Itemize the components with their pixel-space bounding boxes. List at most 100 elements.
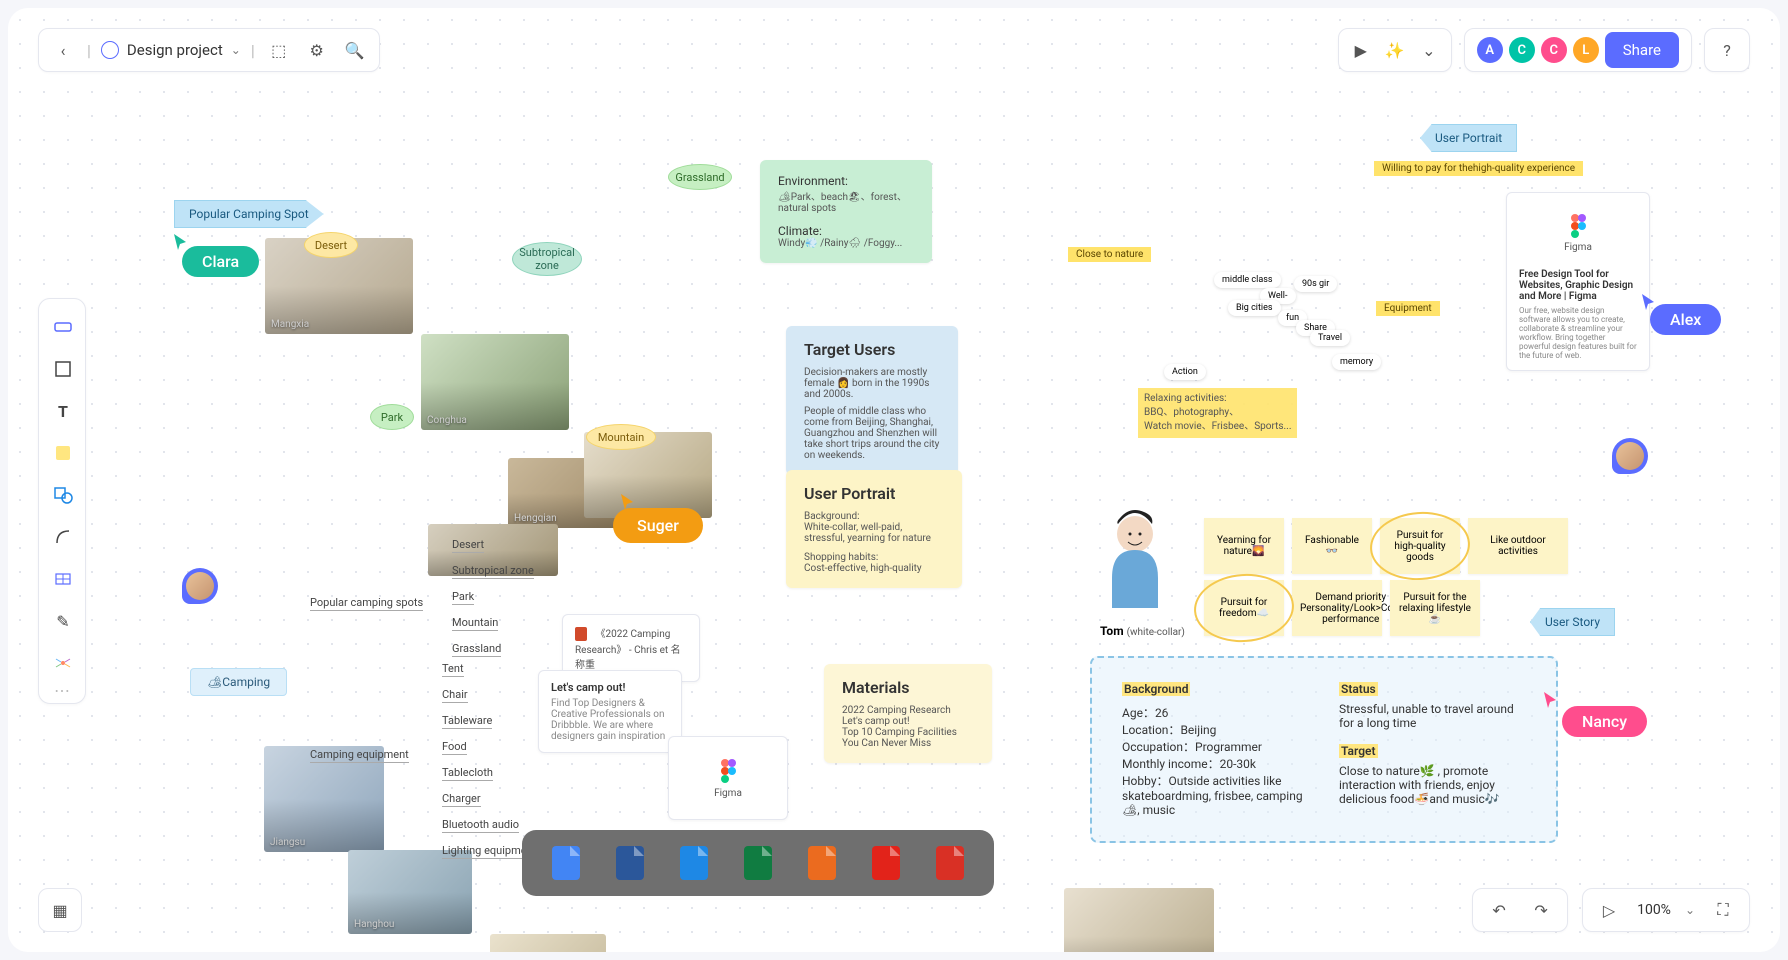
redo-button[interactable]: ↷ — [1527, 896, 1555, 924]
link-card-figma-site[interactable]: Figma Free Design Tool for Websites, Gra… — [1506, 192, 1650, 371]
chevron-down-icon: ⌄ — [1685, 903, 1695, 917]
cursor-nancy: Nancy — [1562, 706, 1647, 737]
trait[interactable]: Yearning for nature🌄 — [1204, 518, 1284, 574]
mindmap-node[interactable]: Popular camping spots — [310, 596, 423, 611]
mindmap-leaf[interactable]: Park — [452, 590, 474, 605]
label-close-nature: Close to nature — [1068, 242, 1151, 262]
user-presence-1[interactable] — [182, 568, 218, 604]
mindmap-leaf[interactable]: Subtropical zone — [452, 564, 534, 579]
pill[interactable]: Action — [1164, 364, 1206, 380]
search-icon[interactable]: 🔍 — [341, 36, 369, 64]
tool-table[interactable] — [39, 559, 87, 599]
minimap-button[interactable]: ▦ — [38, 888, 82, 932]
file-icon-doc[interactable] — [552, 846, 580, 880]
cursor-suger: Suger — [613, 508, 703, 543]
oval-grassland[interactable]: Grassland — [668, 164, 732, 190]
link-card-figma[interactable]: Figma — [668, 736, 788, 820]
avatar[interactable]: C — [1509, 37, 1535, 63]
oval-desert[interactable]: Desert — [304, 232, 358, 258]
trait[interactable]: Like outdoor activities — [1468, 518, 1568, 574]
cursor-alex: Alex — [1650, 304, 1721, 335]
avatar[interactable]: L — [1573, 37, 1599, 63]
user-presence-2[interactable] — [1612, 438, 1648, 474]
mindmap-leaf[interactable]: Desert — [452, 538, 484, 553]
user-story-box[interactable]: Background Age：26 Location：Beijing Occup… — [1090, 656, 1558, 843]
note-user-portrait[interactable]: User Portrait Background: White-collar, … — [786, 470, 962, 588]
tool-mindmap[interactable] — [39, 643, 87, 683]
oval-mountain[interactable]: Mountain — [586, 424, 656, 450]
pill[interactable]: Big cities — [1228, 300, 1281, 316]
relaxing-block: Relaxing activities: BBQ、photography、 Wa… — [1138, 388, 1297, 438]
note-target-users[interactable]: Target Users Decision-makers are mostly … — [786, 326, 958, 475]
trait[interactable]: Demand priority Personality/Look>Cost pe… — [1292, 580, 1382, 636]
mindmap-leaf[interactable]: Tablecloth — [442, 766, 493, 781]
file-icon-slides[interactable] — [680, 846, 708, 880]
trait[interactable]: Pursuit for freedom☁️ — [1204, 580, 1284, 636]
image-node[interactable]: Anji — [490, 934, 606, 952]
oval-park[interactable]: Park — [370, 404, 414, 430]
mindmap-leaf[interactable]: Food — [442, 740, 467, 755]
settings-icon[interactable]: ⚙ — [303, 36, 331, 64]
file-icon-ppt[interactable] — [808, 846, 836, 880]
avatar[interactable]: C — [1541, 37, 1567, 63]
tool-pen[interactable]: ✎ — [39, 601, 87, 641]
mindmap-leaf[interactable]: Chair — [442, 688, 468, 703]
mindmap-leaf[interactable]: Tableware — [442, 714, 492, 729]
fit-icon[interactable]: ⛶ — [1709, 896, 1737, 924]
tool-frame[interactable] — [39, 349, 87, 389]
persona-traits-row1: Yearning for nature🌄 Fashionable 👓 Pursu… — [1204, 518, 1568, 574]
pill[interactable]: memory — [1332, 354, 1381, 370]
image-node[interactable] — [1064, 888, 1214, 952]
tool-text[interactable]: T — [39, 391, 87, 431]
help-icon[interactable]: ? — [1713, 36, 1741, 64]
project-title[interactable]: Design project ⌄ — [101, 41, 241, 59]
mindmap-leaf[interactable]: Mountain — [452, 616, 498, 631]
tool-sticky[interactable] — [39, 433, 87, 473]
image-node[interactable]: Conghua — [421, 334, 569, 430]
tag-user-portrait[interactable]: User Portrait — [1420, 124, 1517, 152]
file-icon-excel[interactable] — [744, 846, 772, 880]
note-env[interactable]: Environment: 🏕Park、beach🏖、forest、natural… — [760, 160, 932, 263]
tool-connector[interactable] — [39, 517, 87, 557]
image-node[interactable]: Hanghou — [348, 850, 472, 934]
undo-button[interactable]: ↶ — [1485, 896, 1513, 924]
mindmap-leaf[interactable]: Grassland — [452, 642, 501, 657]
cursor-clara: Clara — [182, 246, 259, 277]
tag-user-story[interactable]: User Story — [1530, 608, 1615, 636]
play-icon[interactable]: ▶ — [1347, 36, 1375, 64]
persona: Tom (white-collar) — [1100, 508, 1185, 638]
file-icon-xmind[interactable] — [936, 846, 964, 880]
trait[interactable]: Pursuit for high-quality goods — [1380, 518, 1460, 574]
label-equipment: Equipment — [1376, 296, 1440, 316]
tag-icon[interactable]: ⬚ — [265, 36, 293, 64]
pill[interactable]: Travel — [1310, 330, 1350, 346]
share-button[interactable]: Share — [1605, 32, 1679, 68]
trait[interactable]: Fashionable 👓 — [1292, 518, 1372, 574]
mindmap-node[interactable]: Camping equipment — [310, 748, 409, 763]
pill[interactable]: middle class — [1214, 272, 1281, 288]
link-card-camp[interactable]: Let's camp out! Find Top Designers & Cre… — [538, 670, 682, 753]
file-dock[interactable] — [522, 830, 994, 896]
mindmap-leaf[interactable]: Tent — [442, 662, 464, 677]
zoom-level[interactable]: 100% — [1637, 902, 1671, 918]
oval-subtropical[interactable]: Subtropical zone — [512, 242, 582, 276]
file-icon-pdf[interactable] — [872, 846, 900, 880]
sparkle-icon[interactable]: ✨ — [1381, 36, 1409, 64]
tool-shape[interactable] — [39, 475, 87, 515]
chevron-down-icon: ⌄ — [231, 43, 241, 57]
cursor-icon[interactable]: ▷ — [1595, 896, 1623, 924]
chevron-double-icon[interactable]: ⌄ — [1415, 36, 1443, 64]
mindmap-leaf[interactable]: Charger — [442, 792, 481, 807]
tool-select[interactable] — [39, 307, 87, 347]
mindmap-leaf[interactable]: Bluetooth audio — [442, 818, 519, 833]
mindmap-root[interactable]: 🏕Camping — [190, 668, 287, 696]
note-materials[interactable]: Materials 2022 Camping Research Let's ca… — [824, 664, 992, 763]
avatar[interactable]: A — [1477, 37, 1503, 63]
back-button[interactable]: ‹ — [49, 36, 77, 64]
tag-popular-spot[interactable]: Popular Camping Spot — [174, 200, 324, 228]
pill[interactable]: 90s gir — [1294, 276, 1337, 292]
figma-icon — [719, 758, 737, 784]
file-icon-word[interactable] — [616, 846, 644, 880]
trait[interactable]: Pursuit for the relaxing lifestyle☕ — [1390, 580, 1480, 636]
ribbon-willing: Willing to pay for thehigh-quality exper… — [1374, 156, 1583, 176]
